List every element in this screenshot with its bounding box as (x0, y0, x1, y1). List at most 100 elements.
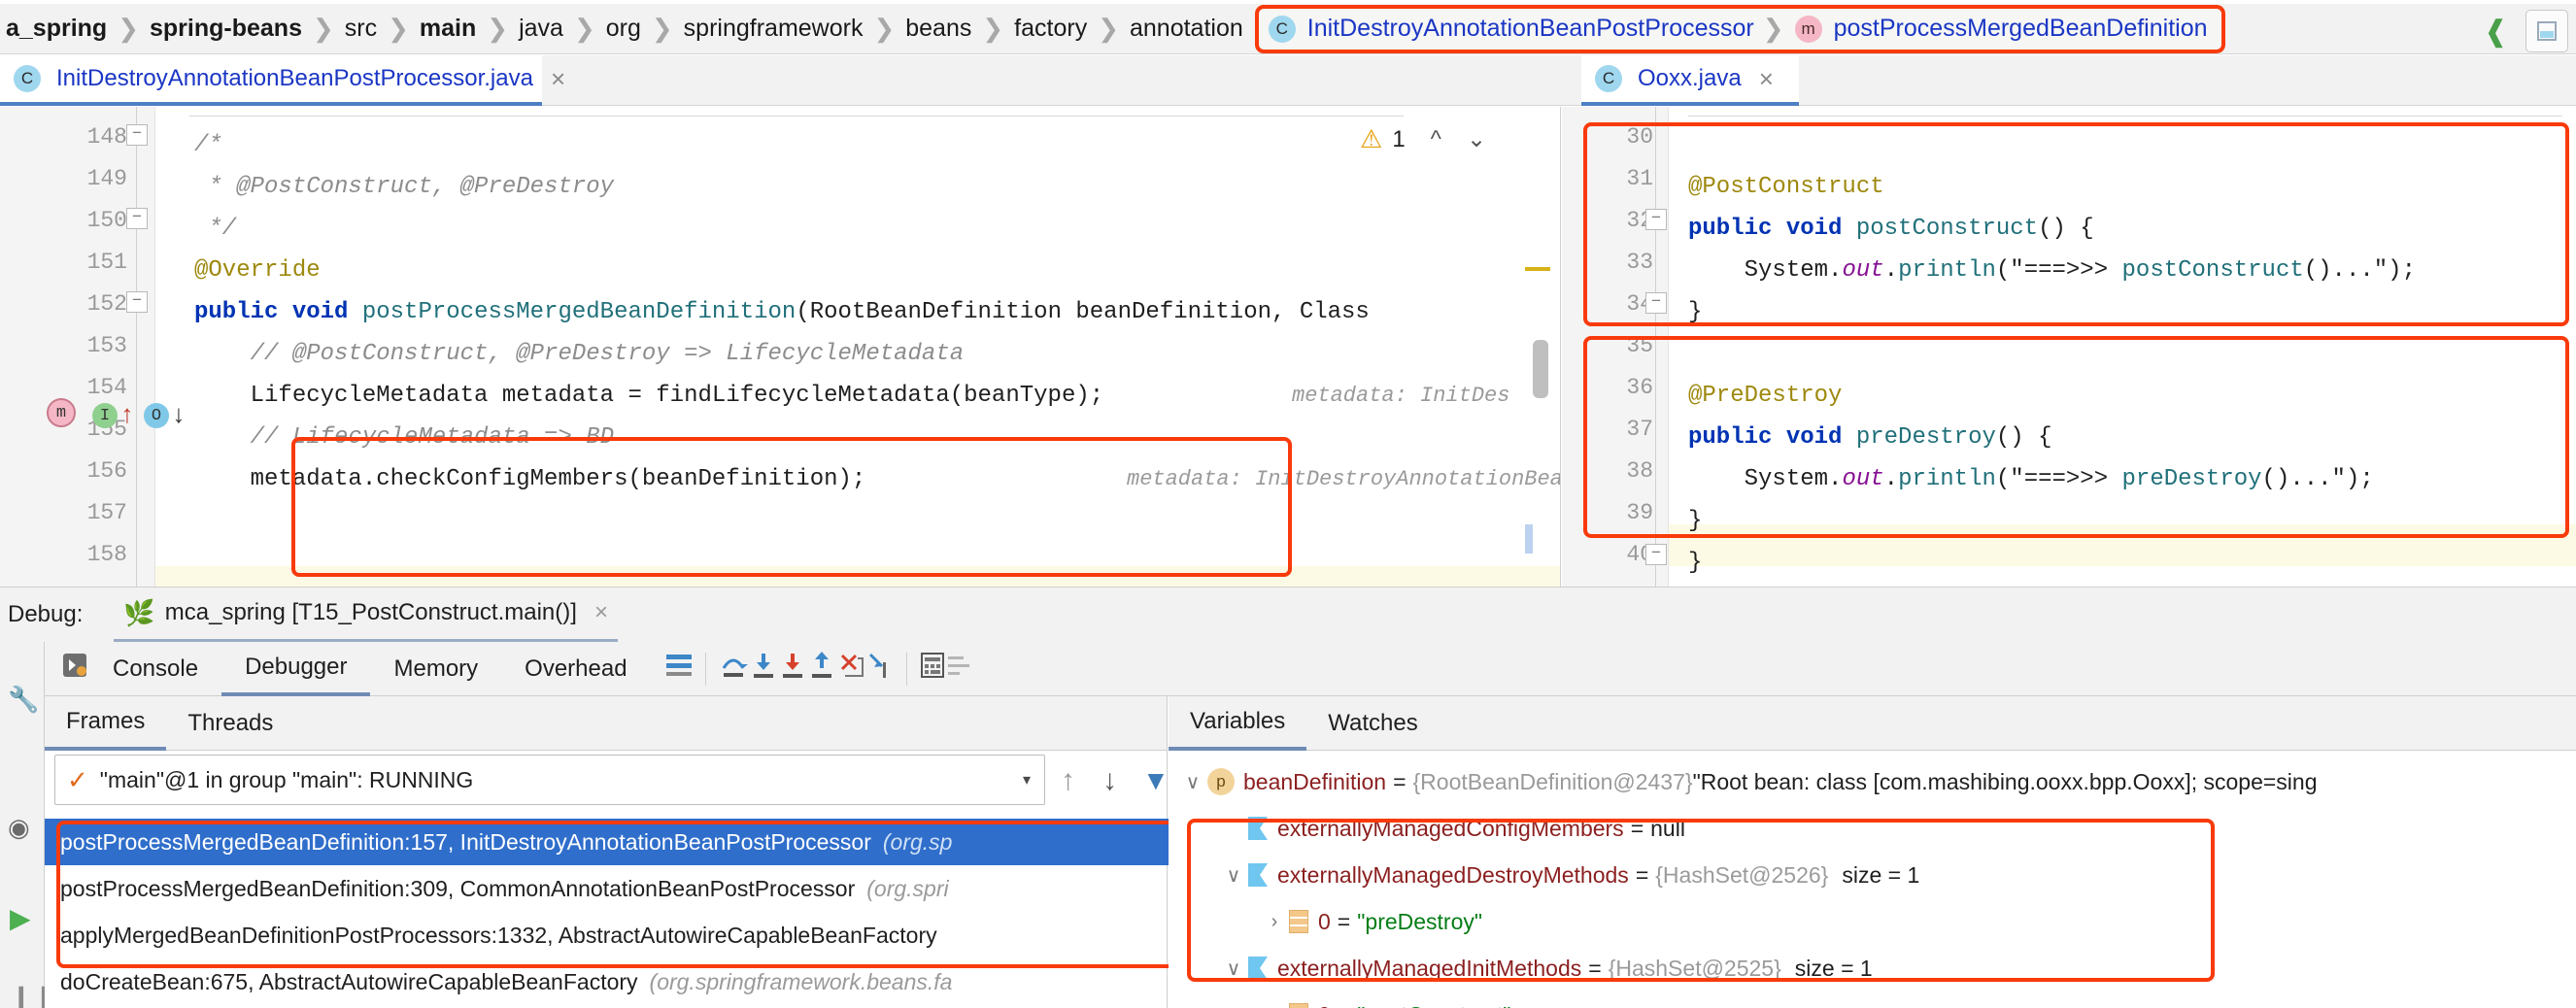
gutter-left[interactable] (0, 107, 155, 587)
tree-twisty-icon[interactable]: › (1260, 1004, 1289, 1008)
variable-name: beanDefinition (1243, 768, 1387, 794)
build-hammer-icon[interactable]: ❰ (2484, 15, 2508, 49)
variable-row[interactable]: ∨ externallyManagedDestroyMethods = {HashSe… (1169, 852, 2576, 898)
inspection-warning-indicator[interactable]: ⚠ 1 ^ ⌄ (1360, 124, 1486, 154)
method-override-icon[interactable]: m (47, 398, 76, 427)
code-line[interactable]: } (194, 500, 208, 542)
tree-twisty-icon[interactable]: › (1260, 911, 1289, 933)
fold-marker-icon[interactable]: − (126, 208, 148, 229)
frames-layout-icon[interactable] (664, 652, 694, 686)
code-line[interactable]: // @PostConstruct, @PreDestroy => Lifecy… (194, 333, 965, 375)
breadcrumb-item-main[interactable]: main (414, 15, 482, 43)
fold-marker-icon[interactable]: − (1645, 209, 1667, 230)
step-over-icon[interactable] (718, 651, 749, 687)
tab-overhead[interactable]: Overhead (501, 642, 650, 696)
tree-twisty-icon[interactable]: ∨ (1219, 957, 1248, 981)
settings-wrench-icon[interactable]: 🔧 (8, 685, 39, 715)
variable-row[interactable]: › 0 = "postConstruct" (1169, 991, 2576, 1008)
code-line[interactable]: */ (194, 208, 236, 250)
code-line[interactable]: // LifecycleMetadata => BD (194, 417, 614, 458)
close-icon[interactable]: × (1759, 64, 1774, 94)
variable-row[interactable]: ∨ p beanDefinition = {RootBeanDefinition@243… (1169, 758, 2576, 805)
editor-tab-initdestroy[interactable]: C InitDestroyAnnotationBeanPostProcessor… (0, 55, 565, 106)
breadcrumb-item-org[interactable]: org (600, 15, 647, 43)
code-line[interactable]: public void postProcessMergedBeanDefinit… (194, 291, 1370, 333)
tab-console[interactable]: Console (89, 642, 221, 696)
thread-selector[interactable]: ✓ "main"@1 in group "main": RUNNING ▾ (54, 755, 1045, 805)
step-into-icon[interactable] (749, 651, 778, 687)
filter-icon[interactable]: ▼ (1142, 765, 1169, 796)
code-line[interactable]: public void postConstruct() { (1688, 208, 2094, 250)
code-line[interactable]: } (1688, 291, 1702, 333)
tab-memory[interactable]: Memory (370, 642, 501, 696)
step-out-icon[interactable] (807, 651, 836, 687)
settings-icon[interactable] (946, 652, 973, 686)
frame-down-icon[interactable]: ↓ (1102, 764, 1117, 797)
breadcrumb-method-name[interactable]: postProcessMergedBeanDefinition (1830, 15, 2212, 43)
editor-pane-left[interactable]: 148 149 150 151 152 153 154 155 156 157 158 − − − … (0, 107, 1561, 587)
code-line[interactable]: System.out.println("===>>> postConstruct… (1688, 250, 2416, 291)
breadcrumb-item-a_spring[interactable]: a_spring (0, 15, 113, 43)
breadcrumb-item-java[interactable]: java (513, 15, 569, 43)
tree-twisty-icon[interactable]: ∨ (1219, 863, 1248, 888)
breadcrumb[interactable]: a_spring ❯ spring-beans ❯ src ❯ main ❯ java ❯ org ❯… (0, 14, 1249, 44)
line-number: 33 (1626, 250, 1653, 275)
code-line[interactable]: LifecycleMetadata metadata = findLifecyc… (194, 375, 1104, 417)
code-line[interactable]: } (1688, 500, 1702, 542)
breadcrumb-highlighted-group[interactable]: C InitDestroyAnnotationBeanPostProcessor… (1254, 4, 2225, 53)
code-line[interactable]: * @PostConstruct, @PreDestroy (194, 166, 614, 208)
code-line[interactable]: @PreDestroy (1688, 375, 1842, 417)
force-step-into-icon[interactable] (778, 651, 807, 687)
tab-debugger[interactable]: Debugger (221, 642, 371, 696)
run-to-cursor-icon[interactable] (865, 651, 895, 687)
breadcrumb-item-annotation[interactable]: annotation (1124, 15, 1249, 43)
subtab-frames[interactable]: Frames (45, 696, 167, 751)
drop-frame-icon[interactable] (836, 651, 865, 687)
code-line[interactable]: metadata.checkConfigMembers(beanDefiniti… (194, 458, 866, 500)
code-line[interactable]: } (1688, 542, 1702, 584)
variable-row[interactable]: externallyManagedConfigMembers = null (1169, 805, 2576, 852)
evaluate-expression-icon[interactable] (919, 652, 946, 686)
code-line[interactable]: @Override (194, 250, 321, 291)
frame-up-icon[interactable]: ↑ (1061, 764, 1075, 797)
variable-row[interactable]: ∨ externallyManagedInitMethods = {HashSet@2… (1169, 945, 2576, 991)
breadcrumb-item-factory[interactable]: factory (1008, 15, 1093, 43)
subtab-variables[interactable]: Variables (1169, 696, 1307, 751)
subtab-threads[interactable]: Threads (166, 696, 294, 751)
tree-twisty-icon[interactable]: ∨ (1178, 770, 1207, 794)
fold-marker-icon[interactable]: − (1645, 544, 1667, 565)
breadcrumb-class-name[interactable]: InitDestroyAnnotationBeanPostProcessor (1304, 15, 1758, 43)
thread-selector-value: "main"@1 in group "main": RUNNING (99, 766, 474, 792)
editor-pane-right[interactable]: 3031323334353637383940 − − − ▶ @PostCons… (1562, 107, 2576, 587)
overridden-icon[interactable]: O ↓ (144, 401, 186, 430)
breadcrumb-item-springframework[interactable]: springframework (678, 15, 869, 43)
editor-tab-ooxx[interactable]: C Ooxx.java × (1581, 55, 1799, 106)
mute-breakpoints-icon[interactable]: ◉ (8, 813, 30, 843)
resume-program-icon[interactable]: ▶ (10, 902, 31, 934)
prev-problem-icon[interactable]: ^ (1431, 126, 1441, 153)
breadcrumb-item-src[interactable]: src (339, 15, 383, 43)
variable-reference: {RootBeanDefinition@2437} (1412, 768, 1693, 794)
implemented-icon[interactable]: I ↑ (92, 401, 135, 430)
debug-left-action-strip[interactable]: 🔧 ◉ ▶ ❙❙ ● (0, 642, 55, 1008)
subtab-watches[interactable]: Watches (1306, 696, 1439, 751)
breadcrumb-item-spring-beans[interactable]: spring-beans (144, 15, 308, 43)
layout-toggle-icon[interactable] (2525, 10, 2568, 52)
run-configuration-tab[interactable]: 🌿 mca_spring [T15_PostConstruct.main()] … (114, 588, 618, 643)
variable-row[interactable]: › 0 = "preDestroy" (1169, 898, 2576, 945)
variables-tree[interactable]: ∨ p beanDefinition = {RootBeanDefinition@243… (1169, 751, 2576, 1008)
code-line[interactable]: /* (194, 124, 222, 166)
code-line[interactable]: System.out.println("===>>> preDestroy().… (1688, 458, 2374, 500)
chevron-down-icon[interactable]: ▾ (1023, 770, 1031, 790)
fold-marker-icon[interactable]: − (126, 291, 148, 313)
breadcrumb-item-beans[interactable]: beans (899, 15, 977, 43)
restore-layout-icon[interactable] (60, 651, 89, 687)
code-line[interactable]: public void preDestroy() { (1688, 417, 2051, 458)
close-icon[interactable]: × (551, 64, 565, 94)
code-line[interactable]: @PostConstruct (1688, 166, 1884, 208)
frame-package: (org.springframework.beans.fa (649, 968, 953, 994)
fold-marker-icon[interactable]: − (126, 124, 148, 146)
next-problem-icon[interactable]: ⌄ (1467, 125, 1486, 153)
close-icon[interactable]: × (594, 599, 608, 626)
fold-marker-icon[interactable]: − (1645, 292, 1667, 314)
